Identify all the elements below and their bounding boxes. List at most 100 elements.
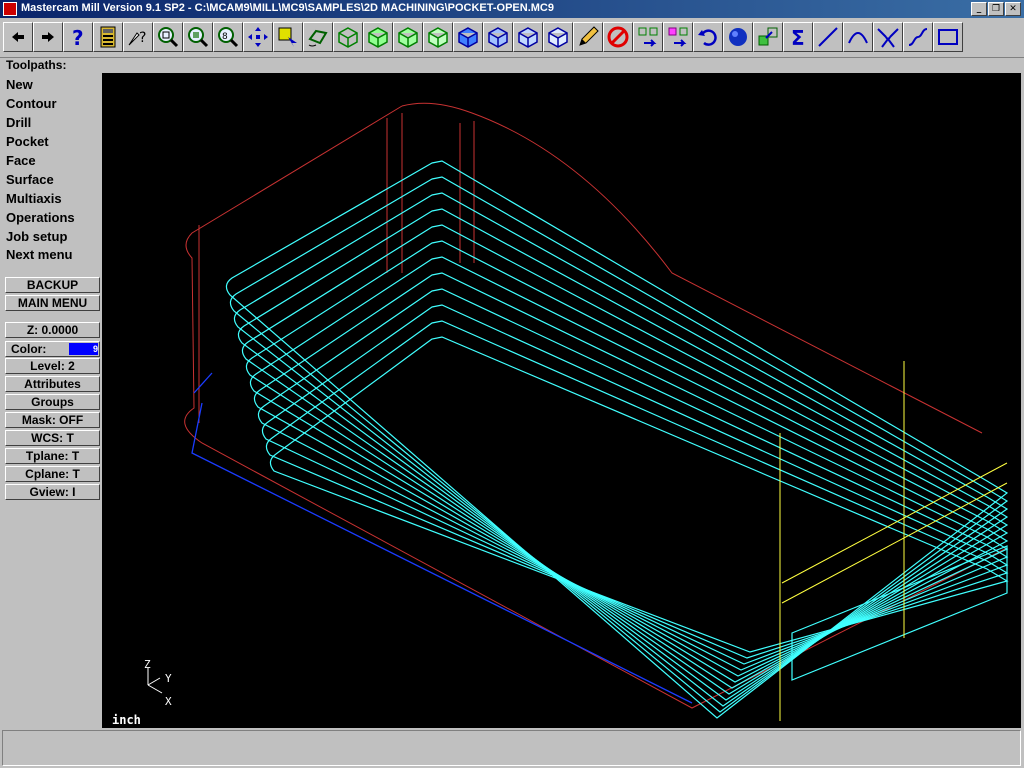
axis-triad — [147, 668, 163, 694]
menu-item-face[interactable]: Face — [6, 153, 36, 168]
attributes-button[interactable]: Attributes — [5, 376, 100, 392]
groups-button[interactable]: Groups — [5, 394, 100, 410]
menu-item-new[interactable]: New — [6, 77, 33, 92]
back-button[interactable] — [3, 22, 33, 52]
close-icon: ✕ — [1009, 4, 1017, 14]
line-button[interactable] — [813, 22, 843, 52]
pocket-toolpath-pass — [237, 208, 1009, 701]
pan-icon — [248, 27, 268, 47]
arc-icon — [848, 32, 868, 44]
view-side-icon — [398, 27, 418, 48]
axis-y-line — [147, 677, 161, 686]
arc-button[interactable] — [843, 22, 873, 52]
cube-front-button[interactable] — [483, 22, 513, 52]
menu-item-operations[interactable]: Operations — [6, 210, 75, 225]
minimize-button[interactable]: _ — [971, 2, 987, 16]
view-iso-icon — [428, 27, 448, 48]
backup-button[interactable]: BACKUP — [5, 277, 100, 293]
undo-button[interactable] — [693, 22, 723, 52]
rectangle-button[interactable] — [933, 22, 963, 52]
cube-iso-icon — [548, 27, 568, 48]
cube-side-button[interactable] — [513, 22, 543, 52]
status-bar — [2, 730, 1021, 766]
spline-button[interactable] — [903, 22, 933, 52]
close-button[interactable]: ✕ — [1005, 2, 1021, 16]
z-depth-button[interactable]: Z: 0.0000 — [5, 322, 100, 338]
pencil-icon — [579, 26, 599, 46]
color-button[interactable]: Color: 9 — [5, 341, 100, 357]
analyze-button[interactable]: ? — [123, 22, 153, 52]
unzoom-icon — [188, 27, 209, 48]
view-iso-button[interactable] — [423, 22, 453, 52]
menu-item-multiaxis[interactable]: Multiaxis — [6, 191, 62, 206]
gview-button[interactable]: Gview: I — [5, 484, 100, 500]
calculator-icon — [100, 26, 116, 48]
cube-top-icon — [458, 27, 478, 48]
prompt-bar: Toolpaths: — [0, 58, 1024, 73]
minimize-icon: _ — [976, 4, 982, 14]
select-icon — [278, 27, 297, 47]
shade-icon — [758, 27, 778, 46]
rectangle-icon — [938, 29, 958, 45]
shade-button[interactable] — [753, 22, 783, 52]
cplane-button[interactable]: Cplane: T — [5, 466, 100, 482]
sphere-icon — [729, 28, 747, 46]
menu-item-job-setup[interactable]: Job setup — [6, 229, 67, 244]
zoom-fit-button[interactable]: 8 — [213, 22, 243, 52]
no-entry-icon — [607, 26, 629, 48]
menu-item-contour[interactable]: Contour — [6, 96, 57, 111]
pocket-toolpath-pass — [229, 176, 1009, 713]
main-menu-button[interactable]: MAIN MENU — [5, 295, 100, 311]
spline-icon — [908, 28, 928, 46]
fillet-button[interactable] — [873, 22, 903, 52]
graphics-viewport[interactable]: Z Y X inch — [102, 73, 1021, 728]
transform-button[interactable] — [633, 22, 663, 52]
pan-button[interactable] — [243, 22, 273, 52]
unzoom-button[interactable] — [183, 22, 213, 52]
svg-text:?: ? — [72, 26, 84, 49]
part-outline-front — [184, 105, 1008, 709]
mask-button[interactable]: Mask: OFF — [5, 412, 100, 428]
rotate-view-button[interactable] — [303, 22, 333, 52]
part-outline-back — [401, 102, 983, 434]
view-side-button[interactable] — [393, 22, 423, 52]
view-top-button[interactable] — [333, 22, 363, 52]
toolbar: ? ? 8 Σ — [0, 19, 1024, 58]
pocket-toolpath-pass — [257, 288, 1009, 671]
title-bar: Mastercam Mill Version 9.1 SP2 - C:\MCAM… — [0, 0, 1024, 18]
calculator-button[interactable] — [93, 22, 123, 52]
group-button[interactable] — [663, 22, 693, 52]
group-icon — [668, 27, 688, 47]
zoom-button[interactable] — [153, 22, 183, 52]
sum-button[interactable]: Σ — [783, 22, 813, 52]
color-swatch: 9 — [69, 343, 98, 355]
menu-item-drill[interactable]: Drill — [6, 115, 31, 130]
wcs-button[interactable]: WCS: T — [5, 430, 100, 446]
pencil-button[interactable] — [573, 22, 603, 52]
help-button[interactable]: ? — [63, 22, 93, 52]
window-title: Mastercam Mill Version 9.1 SP2 - C:\MCAM… — [21, 2, 554, 14]
select-button[interactable] — [273, 22, 303, 52]
cube-iso-button[interactable] — [543, 22, 573, 52]
axis-x-label: X — [165, 695, 172, 708]
open-side-boundary — [791, 545, 1008, 681]
pocket-toolpath-pass — [269, 336, 1009, 653]
view-front-button[interactable] — [363, 22, 393, 52]
axis-x-line — [147, 684, 163, 694]
app-icon[interactable] — [3, 2, 17, 16]
sphere-button[interactable] — [723, 22, 753, 52]
menu-item-pocket[interactable]: Pocket — [6, 134, 49, 149]
restore-button[interactable]: ❐ — [988, 2, 1004, 16]
analyze-icon: ? — [128, 30, 146, 46]
pocket-toolpath-pass — [225, 160, 1009, 719]
cube-top-button[interactable] — [453, 22, 483, 52]
undo-icon — [698, 29, 717, 46]
view-front-icon — [368, 27, 388, 48]
svg-text:Σ: Σ — [791, 26, 805, 49]
tplane-button[interactable]: Tplane: T — [5, 448, 100, 464]
level-button[interactable]: Level: 2 — [5, 358, 100, 374]
no-entry-button[interactable] — [603, 22, 633, 52]
forward-button[interactable] — [33, 22, 63, 52]
menu-item-surface[interactable]: Surface — [6, 172, 54, 187]
menu-item-next-menu[interactable]: Next menu — [6, 247, 72, 262]
